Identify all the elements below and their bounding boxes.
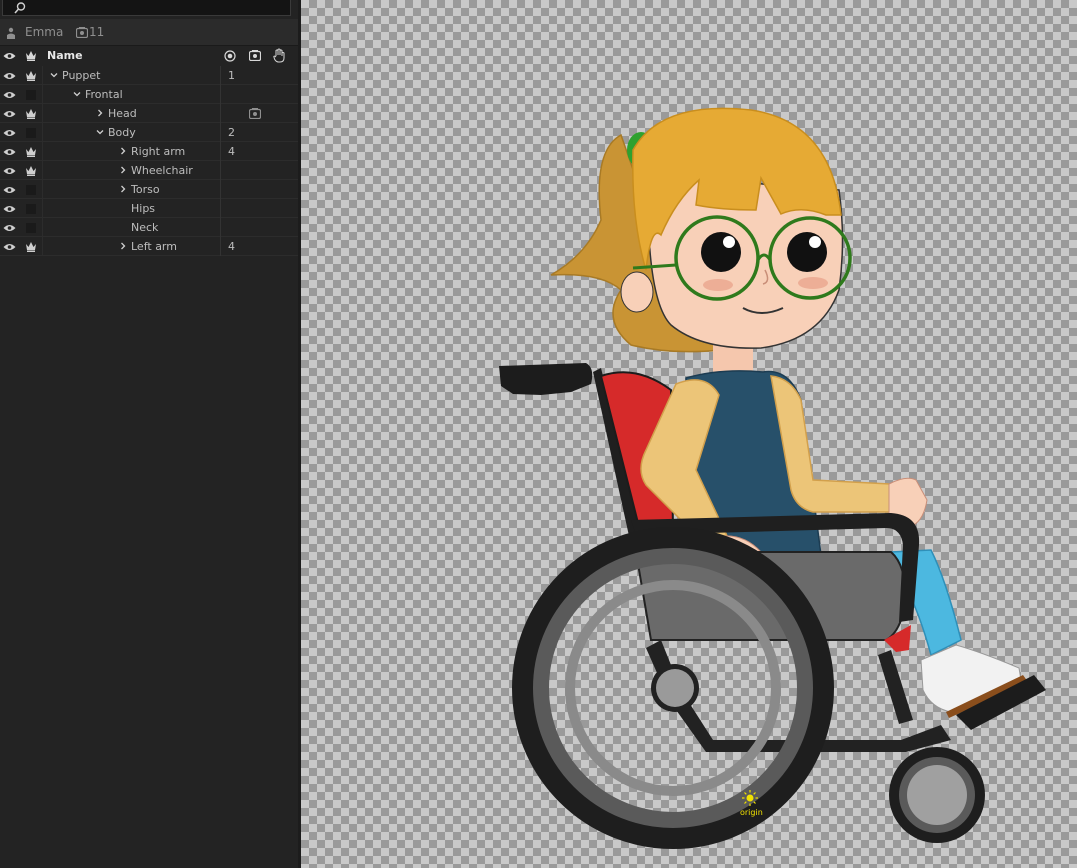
column-divider — [220, 123, 221, 142]
handle-count: 2 — [228, 126, 235, 139]
column-divider — [220, 161, 221, 180]
column-divider — [42, 161, 43, 180]
layer-row[interactable]: Neck — [0, 218, 298, 237]
eye-icon[interactable] — [3, 243, 16, 251]
chevron-right-icon[interactable] — [118, 146, 128, 156]
hand-icon[interactable] — [273, 48, 285, 63]
layer-row[interactable]: Puppet 1 — [0, 66, 298, 85]
tag-checkbox[interactable] — [26, 185, 36, 195]
column-divider — [42, 142, 43, 161]
right-eye — [787, 232, 827, 272]
eye-icon[interactable] — [3, 110, 16, 118]
tag-checkbox[interactable] — [26, 90, 36, 100]
origin-label: origin — [740, 808, 763, 817]
ear — [620, 271, 654, 313]
crown-icon[interactable] — [25, 50, 37, 61]
camera-icon[interactable] — [249, 50, 261, 61]
left-eye — [701, 232, 741, 272]
column-divider — [220, 104, 221, 123]
eye-icon[interactable] — [3, 148, 16, 156]
crown-icon[interactable] — [25, 70, 37, 81]
crown-icon[interactable] — [25, 108, 37, 119]
crown-icon[interactable] — [25, 165, 37, 176]
layer-row[interactable]: Right arm 4 — [0, 142, 298, 161]
layer-name[interactable]: Puppet — [62, 69, 100, 82]
layer-row[interactable]: Torso — [0, 180, 298, 199]
eye-icon[interactable] — [3, 205, 16, 213]
column-divider — [42, 66, 43, 85]
person-icon — [7, 27, 15, 39]
camera-icon[interactable] — [249, 108, 261, 119]
column-divider — [42, 104, 43, 123]
tag-checkbox[interactable] — [26, 204, 36, 214]
chevron-right-icon[interactable] — [118, 184, 128, 194]
eye-icon[interactable] — [3, 129, 16, 137]
puppet-name[interactable]: Emma — [25, 25, 63, 39]
wheelchair-hub — [656, 669, 694, 707]
layer-row[interactable]: Frontal — [0, 85, 298, 104]
column-divider — [220, 142, 221, 161]
layer-name[interactable]: Wheelchair — [131, 164, 193, 177]
column-header: Name — [0, 46, 298, 66]
layer-panel: Emma 11 Name Puppet 1 Frontal Head Body … — [0, 0, 298, 868]
column-divider — [42, 180, 43, 199]
layer-name[interactable]: Left arm — [131, 240, 177, 253]
column-divider — [220, 237, 221, 256]
layer-row[interactable]: Wheelchair — [0, 161, 298, 180]
puppet-artwork — [499, 107, 1046, 849]
chevron-down-icon[interactable] — [72, 89, 82, 99]
target-icon[interactable] — [224, 50, 236, 62]
column-divider — [42, 123, 43, 142]
name-column-header[interactable]: Name — [47, 49, 83, 62]
layer-row[interactable]: Body 2 — [0, 123, 298, 142]
crown-icon[interactable] — [25, 146, 37, 157]
search-input[interactable] — [2, 0, 291, 16]
column-divider — [42, 199, 43, 218]
eye-icon[interactable] — [3, 52, 16, 60]
chevron-right-icon[interactable] — [95, 108, 105, 118]
column-divider — [220, 85, 221, 104]
eye-icon[interactable] — [3, 72, 16, 80]
column-divider — [220, 199, 221, 218]
chevron-down-icon[interactable] — [95, 127, 105, 137]
chevron-right-icon[interactable] — [118, 165, 128, 175]
eye-icon[interactable] — [3, 91, 16, 99]
camera-icon — [76, 27, 88, 38]
puppet-bar: Emma 11 — [0, 19, 298, 46]
column-divider — [42, 218, 43, 237]
column-divider — [42, 237, 43, 256]
search-row — [0, 0, 298, 19]
layer-name[interactable]: Right arm — [131, 145, 185, 158]
layer-row[interactable]: Left arm 4 — [0, 237, 298, 256]
eye-icon[interactable] — [3, 167, 16, 175]
layer-name[interactable]: Head — [108, 107, 137, 120]
eye-icon[interactable] — [3, 224, 16, 232]
wheelchair-handle — [499, 363, 593, 395]
search-icon — [14, 2, 26, 14]
layer-row[interactable]: Head — [0, 104, 298, 123]
chevron-right-icon[interactable] — [118, 241, 128, 251]
layer-name[interactable]: Torso — [131, 183, 160, 196]
column-divider — [220, 180, 221, 199]
crown-icon[interactable] — [25, 241, 37, 252]
tag-checkbox[interactable] — [26, 128, 36, 138]
layer-name[interactable]: Frontal — [85, 88, 123, 101]
layer-row[interactable]: Hips — [0, 199, 298, 218]
handle-count: 4 — [228, 240, 235, 253]
layer-name[interactable]: Hips — [131, 202, 155, 215]
eye-icon[interactable] — [3, 186, 16, 194]
chevron-down-icon[interactable] — [49, 70, 59, 80]
scene-canvas[interactable]: origin — [301, 0, 1077, 868]
layer-name[interactable]: Body — [108, 126, 136, 139]
behavior-count: 11 — [89, 25, 105, 39]
handle-count: 1 — [228, 69, 235, 82]
tag-checkbox[interactable] — [26, 223, 36, 233]
column-divider — [220, 218, 221, 237]
column-divider — [42, 85, 43, 104]
handle-count: 4 — [228, 145, 235, 158]
column-divider — [220, 66, 221, 85]
layer-name[interactable]: Neck — [131, 221, 158, 234]
